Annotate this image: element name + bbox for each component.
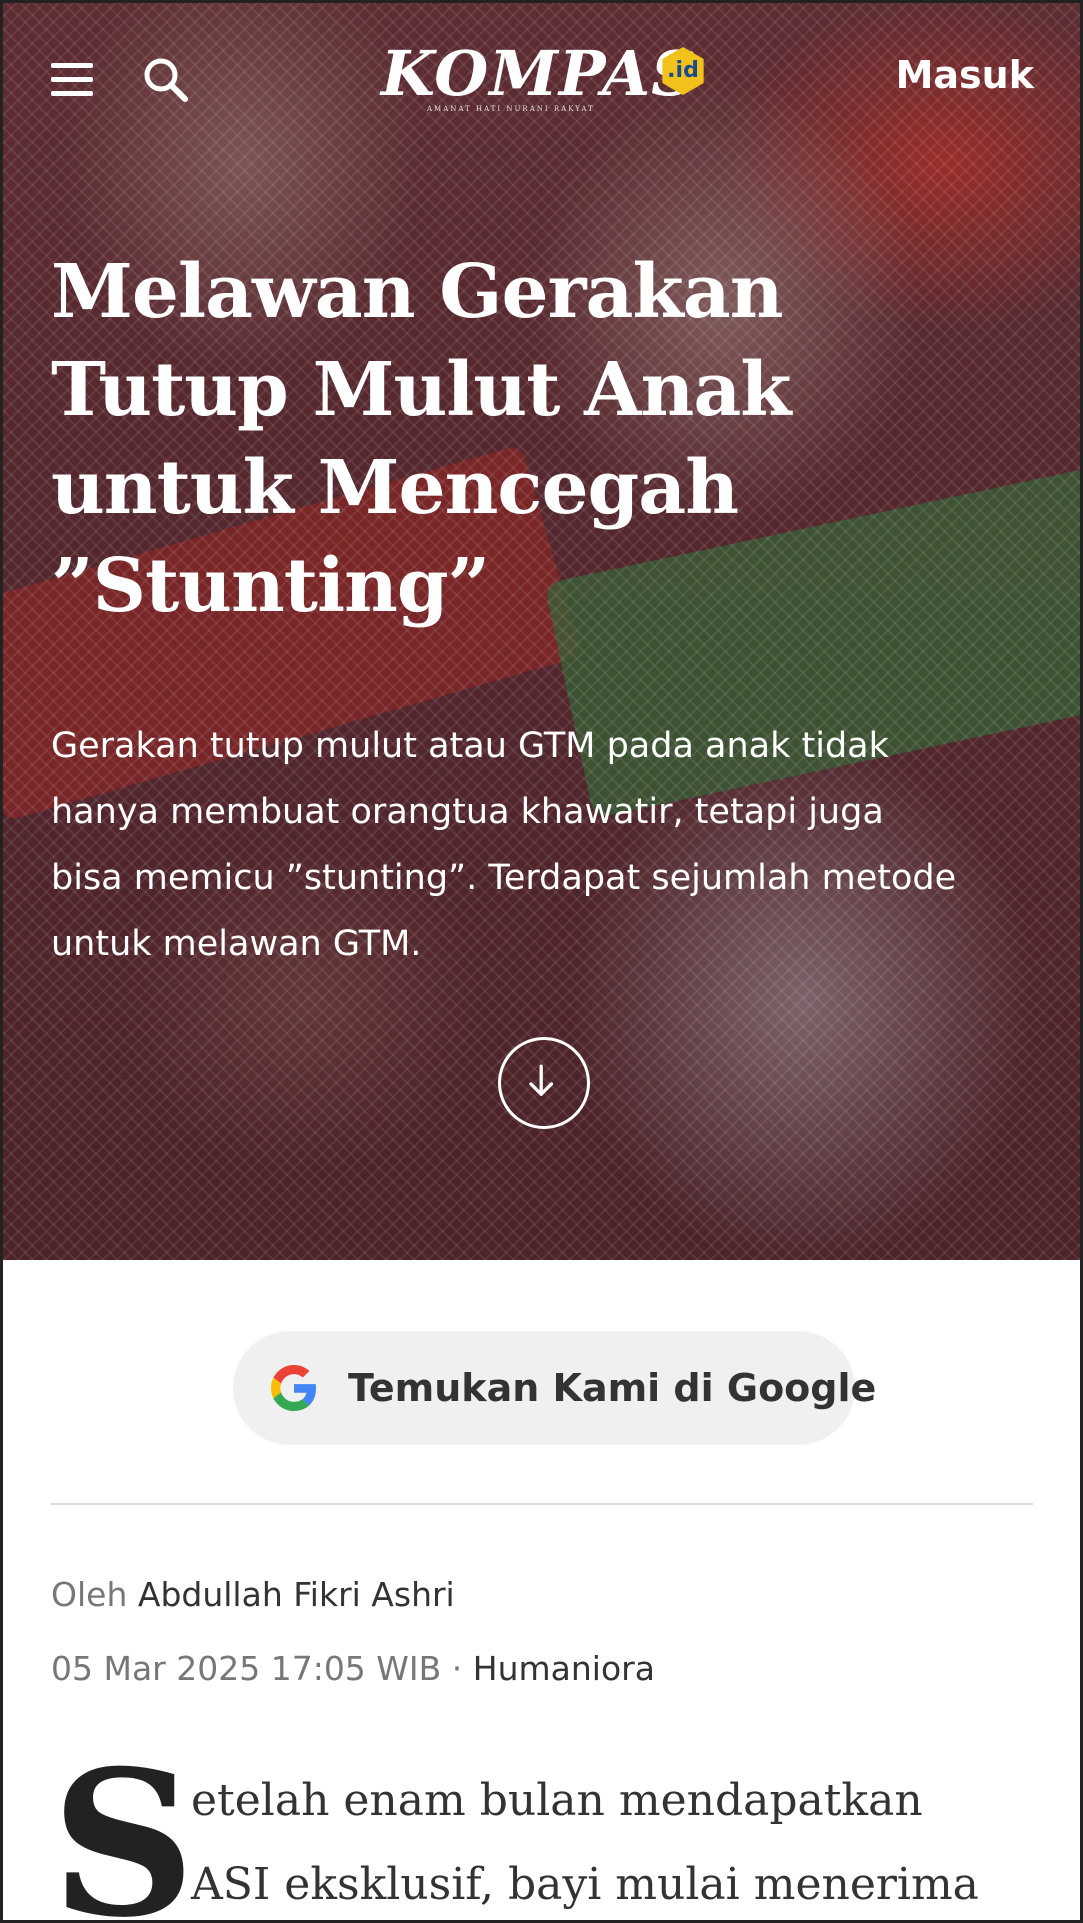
google-g-icon bbox=[271, 1365, 317, 1411]
article-page: KOMPAS .id AMANAT HATI NURANI RAKYAT Mas… bbox=[0, 0, 1083, 1923]
lede-line: hanya membuat orangtua khawatir, tetapi … bbox=[51, 792, 884, 832]
article-headline: Melawan Gerakan Tutup Mulut Anak untuk M… bbox=[51, 243, 1031, 635]
arrow-down-icon bbox=[529, 1064, 554, 1096]
login-button[interactable]: Masuk bbox=[896, 53, 1034, 97]
hamburger-menu-icon[interactable] bbox=[51, 63, 93, 97]
hero-section: KOMPAS .id AMANAT HATI NURANI RAKYAT Mas… bbox=[3, 3, 1080, 1260]
section-divider bbox=[51, 1503, 1033, 1505]
lede-line: bisa memicu ”stunting”. Terdapat sejumla… bbox=[51, 858, 957, 898]
body-text-line: ASI eksklusif, bayi mulai menerima bbox=[191, 1859, 979, 1910]
logo-tagline: AMANAT HATI NURANI RAKYAT bbox=[427, 105, 595, 113]
body-text-line: etelah enam bulan mendapatkan bbox=[191, 1775, 923, 1826]
article-lede: Gerakan tutup mulut atau GTM pada anak t… bbox=[51, 713, 1051, 977]
top-navigation-bar: KOMPAS .id AMANAT HATI NURANI RAKYAT Mas… bbox=[3, 3, 1080, 153]
headline-line: Melawan Gerakan bbox=[51, 249, 784, 335]
lede-line: untuk melawan GTM. bbox=[51, 924, 422, 964]
headline-line: ”Stunting” bbox=[51, 543, 490, 629]
lede-line: Gerakan tutup mulut atau GTM pada anak t… bbox=[51, 726, 889, 766]
google-button-label: Temukan Kami di Google bbox=[348, 1366, 877, 1410]
article-meta: 05 Mar 2025 17:05 WIB · Humaniora bbox=[51, 1645, 655, 1693]
drop-cap-letter: S bbox=[51, 1727, 196, 1923]
logo-wordmark: KOMPAS bbox=[381, 37, 697, 110]
find-us-on-google-button[interactable]: Temukan Kami di Google bbox=[233, 1331, 876, 1445]
headline-line: untuk Mencegah bbox=[51, 445, 739, 531]
scroll-down-button[interactable] bbox=[498, 1037, 590, 1129]
article-byline: Oleh Abdullah Fikri Ashri bbox=[51, 1571, 455, 1619]
meta-separator: · bbox=[451, 1649, 463, 1688]
author-link[interactable]: Abdullah Fikri Ashri bbox=[138, 1575, 455, 1614]
headline-line: Tutup Mulut Anak bbox=[51, 347, 792, 433]
category-link[interactable]: Humaniora bbox=[473, 1649, 655, 1688]
byline-prefix: Oleh bbox=[51, 1575, 128, 1614]
search-icon[interactable] bbox=[141, 55, 191, 105]
kompas-logo[interactable]: KOMPAS .id AMANAT HATI NURANI RAKYAT bbox=[381, 39, 721, 119]
publish-date: 05 Mar 2025 17:05 WIB bbox=[51, 1649, 442, 1688]
